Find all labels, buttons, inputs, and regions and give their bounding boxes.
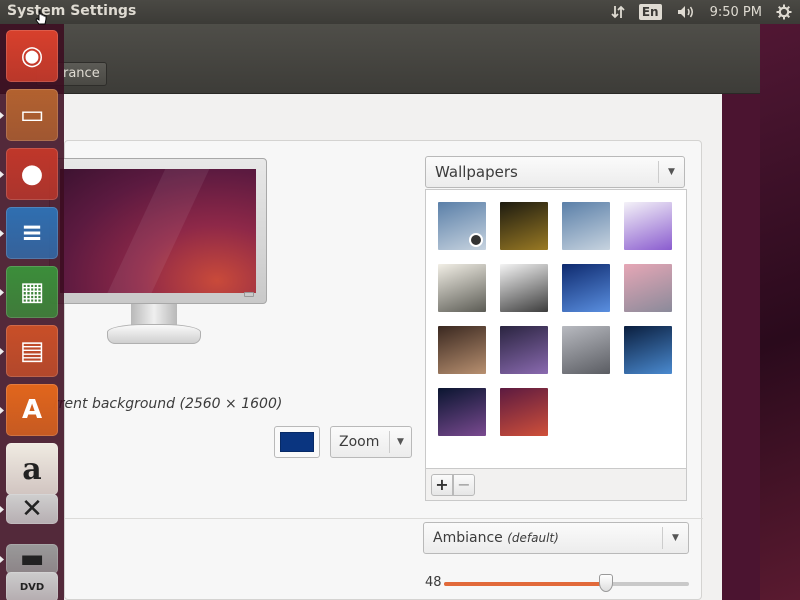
monitor-base	[107, 324, 201, 344]
libreoffice-impress-glyph: ▤	[19, 336, 45, 366]
window-header: rance	[0, 24, 760, 94]
wallpaper-thumbnail-fog[interactable]	[438, 264, 486, 312]
libreoffice-writer-glyph: ≡	[21, 218, 43, 248]
keyboard-layout-indicator[interactable]: En	[638, 4, 662, 20]
desktop-edge	[722, 94, 760, 600]
wallpaper-thumbnail-tunnel[interactable]	[438, 326, 486, 374]
wallpaper-thumbnail-purple-sea[interactable]	[500, 326, 548, 374]
launcher-system-settings-icon[interactable]: ✕	[6, 494, 58, 524]
monitor-power-led	[244, 292, 254, 297]
gear-icon[interactable]	[776, 4, 792, 20]
amazon-glyph: a	[22, 451, 42, 487]
dvd-glyph: DVD	[19, 581, 45, 593]
launcher-libreoffice-calc-icon[interactable]: ▦	[6, 266, 58, 318]
system-settings-window: rance rrent background (2560 × 1600) Zoo…	[0, 24, 760, 600]
zoom-mode-label: Zoom	[339, 434, 380, 450]
wallpaper-thumbnail-ubuntu-warty[interactable]	[500, 388, 548, 436]
theme-combo[interactable]: Ambiance (default) ▼	[423, 522, 689, 554]
background-preview-monitor	[49, 158, 267, 304]
icon-size-value: 48	[425, 575, 442, 590]
launcher-ubuntu-dash-icon[interactable]: ◉	[6, 30, 58, 82]
icon-size-slider-fill	[444, 582, 606, 586]
files-glyph: ▭	[19, 100, 45, 130]
launcher-printer-icon[interactable]: ▬	[6, 544, 58, 574]
ubuntu-dash-glyph: ◉	[20, 41, 44, 71]
wallpapers-source-label: Wallpapers	[435, 163, 518, 181]
launcher-amazon-icon[interactable]: a	[6, 443, 58, 495]
wallpaper-toolbar: + −	[425, 469, 687, 501]
window-title: System Settings	[7, 3, 137, 19]
clock-label[interactable]: 9:50 PM	[710, 5, 762, 20]
icon-size-slider-handle[interactable]	[598, 574, 613, 592]
running-indicator	[0, 348, 4, 355]
wallpaper-thumbnail-jellyfish[interactable]	[562, 264, 610, 312]
software-center-glyph: A	[21, 395, 43, 425]
running-indicator	[0, 506, 4, 513]
volume-icon[interactable]	[676, 4, 696, 20]
clock-icon	[469, 233, 483, 247]
wallpaper-thumbnail-white-shape[interactable]	[500, 264, 548, 312]
background-caption: rrent background (2560 × 1600)	[53, 396, 283, 412]
wallpaper-thumbnail-lake-dawn[interactable]	[562, 202, 610, 250]
printer-glyph: ▬	[19, 544, 45, 574]
libreoffice-calc-glyph: ▦	[19, 277, 45, 307]
color-picker-button[interactable]	[274, 426, 320, 458]
launcher-libreoffice-impress-icon[interactable]: ▤	[6, 325, 58, 377]
running-indicator	[0, 230, 4, 237]
remove-wallpaper-button[interactable]: −	[453, 474, 475, 496]
wallpapers-source-combo[interactable]: Wallpapers ▼	[425, 156, 685, 188]
system-settings-glyph: ✕	[21, 494, 43, 524]
section-divider	[65, 518, 703, 519]
zoom-mode-combo[interactable]: Zoom ▼	[330, 426, 412, 458]
theme-name: Ambiance	[433, 530, 503, 546]
icon-size-slider[interactable]	[444, 582, 689, 586]
wallpaper-grid	[425, 189, 687, 469]
wallpaper-thumbnail-night-sky[interactable]	[438, 388, 486, 436]
chevron-down-icon: ▼	[389, 431, 411, 453]
network-icon[interactable]	[611, 4, 625, 20]
color-swatch	[280, 432, 314, 452]
running-indicator	[0, 407, 4, 414]
wallpaper-thumbnail-purple-flowers[interactable]	[624, 202, 672, 250]
running-indicator	[0, 112, 4, 119]
wallpaper-thumbnail-blue-bokeh[interactable]	[624, 326, 672, 374]
monitor-neck	[131, 304, 177, 326]
background-panel: rrent background (2560 × 1600) Zoom ▼ Wa…	[49, 140, 703, 600]
theme-default-tag: (default)	[507, 531, 559, 545]
wallpaper-thumbnail-bird-grey[interactable]	[562, 326, 610, 374]
launcher-firefox-icon[interactable]: ●	[6, 148, 58, 200]
chevron-down-icon: ▼	[658, 161, 684, 183]
running-indicator	[0, 289, 4, 296]
panel-indicators: En 9:50 PM	[611, 0, 792, 24]
launcher-software-center-icon[interactable]: A	[6, 384, 58, 436]
running-indicator	[0, 556, 4, 563]
chevron-down-icon: ▼	[662, 527, 688, 549]
mouse-cursor-icon	[35, 10, 47, 25]
launcher-libreoffice-writer-icon[interactable]: ≡	[6, 207, 58, 259]
wallpaper-thumbnail-lake-dawn-selected[interactable]	[438, 202, 486, 250]
add-wallpaper-button[interactable]: +	[431, 474, 453, 496]
background-preview	[60, 169, 256, 293]
launcher-files-icon[interactable]: ▭	[6, 89, 58, 141]
running-indicator	[0, 171, 4, 178]
window-body: rrent background (2560 × 1600) Zoom ▼ Wa…	[0, 94, 722, 600]
firefox-glyph: ●	[20, 159, 44, 189]
top-panel: System Settings En 9:50 PM	[0, 0, 800, 24]
wallpaper-thumbnail-mushrooms[interactable]	[500, 202, 548, 250]
unity-launcher: ◉ ▭ ● ≡ ▦ ▤ Aa ✕ ▬ DVD	[0, 24, 64, 600]
wallpaper-thumbnail-pink-sky[interactable]	[624, 264, 672, 312]
launcher-dvd-icon[interactable]: DVD	[6, 572, 58, 600]
